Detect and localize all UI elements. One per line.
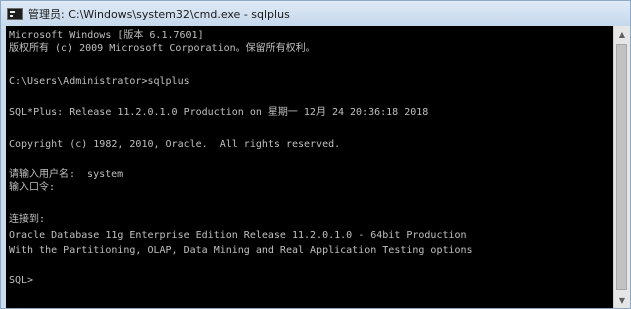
console-line: 输入口令: — [9, 182, 56, 193]
console-line: 请输入用户名: system — [9, 169, 124, 180]
console-output[interactable]: Microsoft Windows [版本 6.1.7601] 版权所有 (c)… — [6, 26, 613, 308]
vertical-scrollbar[interactable]: ▲ ▼ — [613, 26, 630, 308]
console-line: Microsoft Windows [版本 6.1.7601] — [9, 30, 204, 41]
arrow-down-icon[interactable]: ▼ — [614, 292, 630, 308]
console-line: With the Partitioning, OLAP, Data Mining… — [9, 245, 473, 256]
console-line: 版权所有 (c) 2009 Microsoft Corporation。保留所有… — [9, 43, 316, 54]
command-prompt-window: 管理员: C:\Windows\system32\cmd.exe - sqlpl… — [0, 0, 631, 309]
console-line: Oracle Database 11g Enterprise Edition R… — [9, 230, 467, 241]
console-line: C:\Users\Administrator>sqlplus — [9, 76, 190, 87]
console-line: SQL*Plus: Release 11.2.0.1.0 Production … — [9, 107, 429, 118]
window-title: 管理员: C:\Windows\system32\cmd.exe - sqlpl… — [28, 7, 290, 21]
arrow-up-icon[interactable]: ▲ — [614, 26, 630, 42]
cmd-icon[interactable] — [7, 7, 23, 20]
console-line: Copyright (c) 1982, 2010, Oracle. All ri… — [9, 139, 341, 150]
scrollbar-thumb[interactable] — [616, 44, 627, 290]
console-line: 连接到: — [9, 214, 46, 225]
title-bar[interactable]: 管理员: C:\Windows\system32\cmd.exe - sqlpl… — [1, 1, 630, 26]
sql-prompt: SQL> — [9, 275, 34, 286]
